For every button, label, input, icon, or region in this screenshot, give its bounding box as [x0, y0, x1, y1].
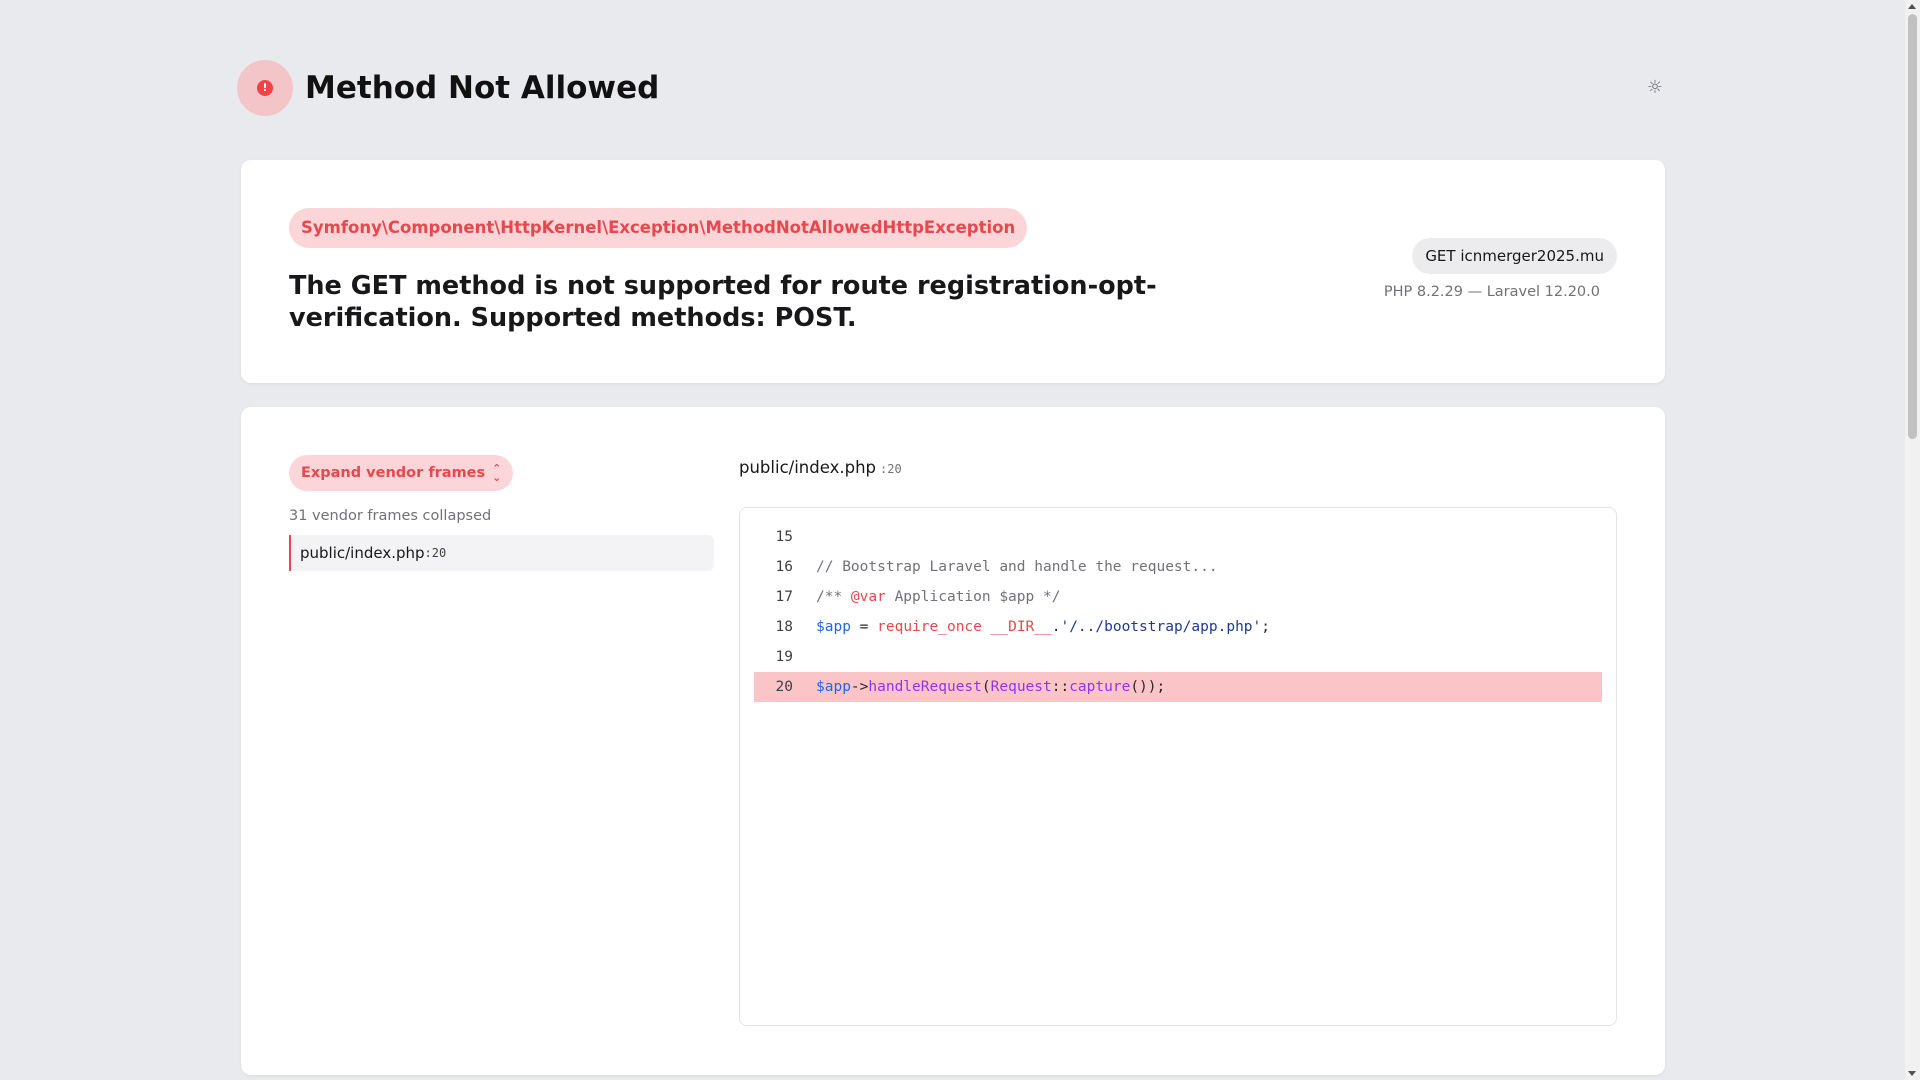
line-number: 16	[775, 559, 793, 575]
code-token: /**	[816, 589, 851, 605]
code-file-line: :20	[880, 462, 902, 476]
scroll-up-arrow-icon[interactable]	[1908, 4, 1916, 9]
code-row: 17 /** @var Application $app */	[754, 582, 1602, 612]
code-token: require_once	[877, 619, 982, 635]
code-row: 18 $app = require_once __DIR__.'/../boots…	[754, 612, 1602, 642]
sun-icon[interactable]: ☼	[1645, 78, 1665, 98]
expand-vendor-frames-button[interactable]: Expand vendor frames ⌃ ⌄	[289, 455, 514, 491]
exception-class-badge: Symfony\Component\HttpKernel\Exception\M…	[289, 208, 1028, 248]
code-token: (	[981, 679, 991, 695]
line-number: 20	[775, 679, 793, 695]
line-number: 15	[775, 529, 793, 545]
code-token: handleRequest	[868, 679, 982, 695]
page-title: Method Not Allowed	[305, 70, 660, 106]
code-row: 20 $app->handleRequest(Request::capture()…	[754, 672, 1602, 702]
code-source: /** @var Application $app */	[816, 589, 1060, 605]
code-token: ->	[850, 679, 869, 695]
code-source: $app = require_once __DIR__.'/../bootstr…	[816, 619, 1270, 635]
code-token: ::	[1051, 679, 1070, 695]
code-token: __DIR__	[990, 619, 1052, 635]
code-file-name: public/index.php	[739, 458, 876, 477]
code-row: 19	[754, 642, 1602, 672]
code-source: // Bootstrap Laravel and handle the requ…	[816, 559, 1218, 575]
line-number: 17	[775, 589, 793, 605]
expand-vendor-frames-label: Expand vendor frames	[301, 465, 486, 481]
code-token: $app	[816, 619, 851, 635]
code-token: $app	[816, 679, 851, 695]
frame-file: public/index.php	[300, 544, 425, 562]
alert-icon: !	[257, 80, 273, 96]
vendor-frames-note: 31 vendor frames collapsed	[289, 508, 492, 524]
line-number: 19	[775, 649, 793, 665]
code-snippet: 15 16 // Bootstrap Laravel and handle the …	[739, 507, 1617, 1026]
code-token: '/../bootstrap/app.php'	[1060, 619, 1262, 635]
code-row: 16 // Bootstrap Laravel and handle the re…	[754, 552, 1602, 582]
scroll-down-arrow-icon[interactable]	[1908, 1071, 1916, 1076]
stack-trace-card: Expand vendor frames ⌃ ⌄ 31 vendor frames…	[241, 407, 1665, 1075]
request-badge: GET icnmerger2025.mu	[1412, 238, 1617, 274]
code-token: @var	[850, 589, 886, 605]
code-token: Application $app */	[885, 589, 1061, 605]
code-token: capture	[1069, 679, 1131, 695]
scrollbar-thumb[interactable]	[1908, 14, 1917, 439]
exception-message: The GET method is not supported for rout…	[289, 271, 1157, 333]
code-row: 15	[754, 522, 1602, 552]
frame-line: :20	[424, 546, 447, 560]
stack-frame-item[interactable]: public/index.php:20	[289, 535, 714, 571]
page-scrollbar[interactable]	[1905, 0, 1920, 1080]
code-file-title: public/index.php :20	[739, 458, 902, 477]
version-info: PHP 8.2.29 — Laravel 12.20.0	[1383, 284, 1600, 300]
exception-card: Symfony\Component\HttpKernel\Exception\M…	[241, 160, 1665, 383]
code-token: Request	[990, 679, 1052, 695]
chevron-up-down-icon: ⌃ ⌄	[492, 462, 502, 484]
code-token: =	[850, 619, 878, 635]
code-source: $app->handleRequest(Request::capture());	[816, 679, 1165, 695]
page-header: ! Method Not Allowed ☼	[237, 60, 1665, 116]
code-token: // Bootstrap Laravel and handle the requ…	[816, 559, 1218, 575]
code-token: ());	[1130, 679, 1166, 695]
code-lines: 15 16 // Bootstrap Laravel and handle the …	[754, 522, 1602, 702]
line-number: 18	[775, 619, 793, 635]
alert-badge: !	[237, 60, 293, 116]
code-token: ;	[1261, 619, 1270, 635]
